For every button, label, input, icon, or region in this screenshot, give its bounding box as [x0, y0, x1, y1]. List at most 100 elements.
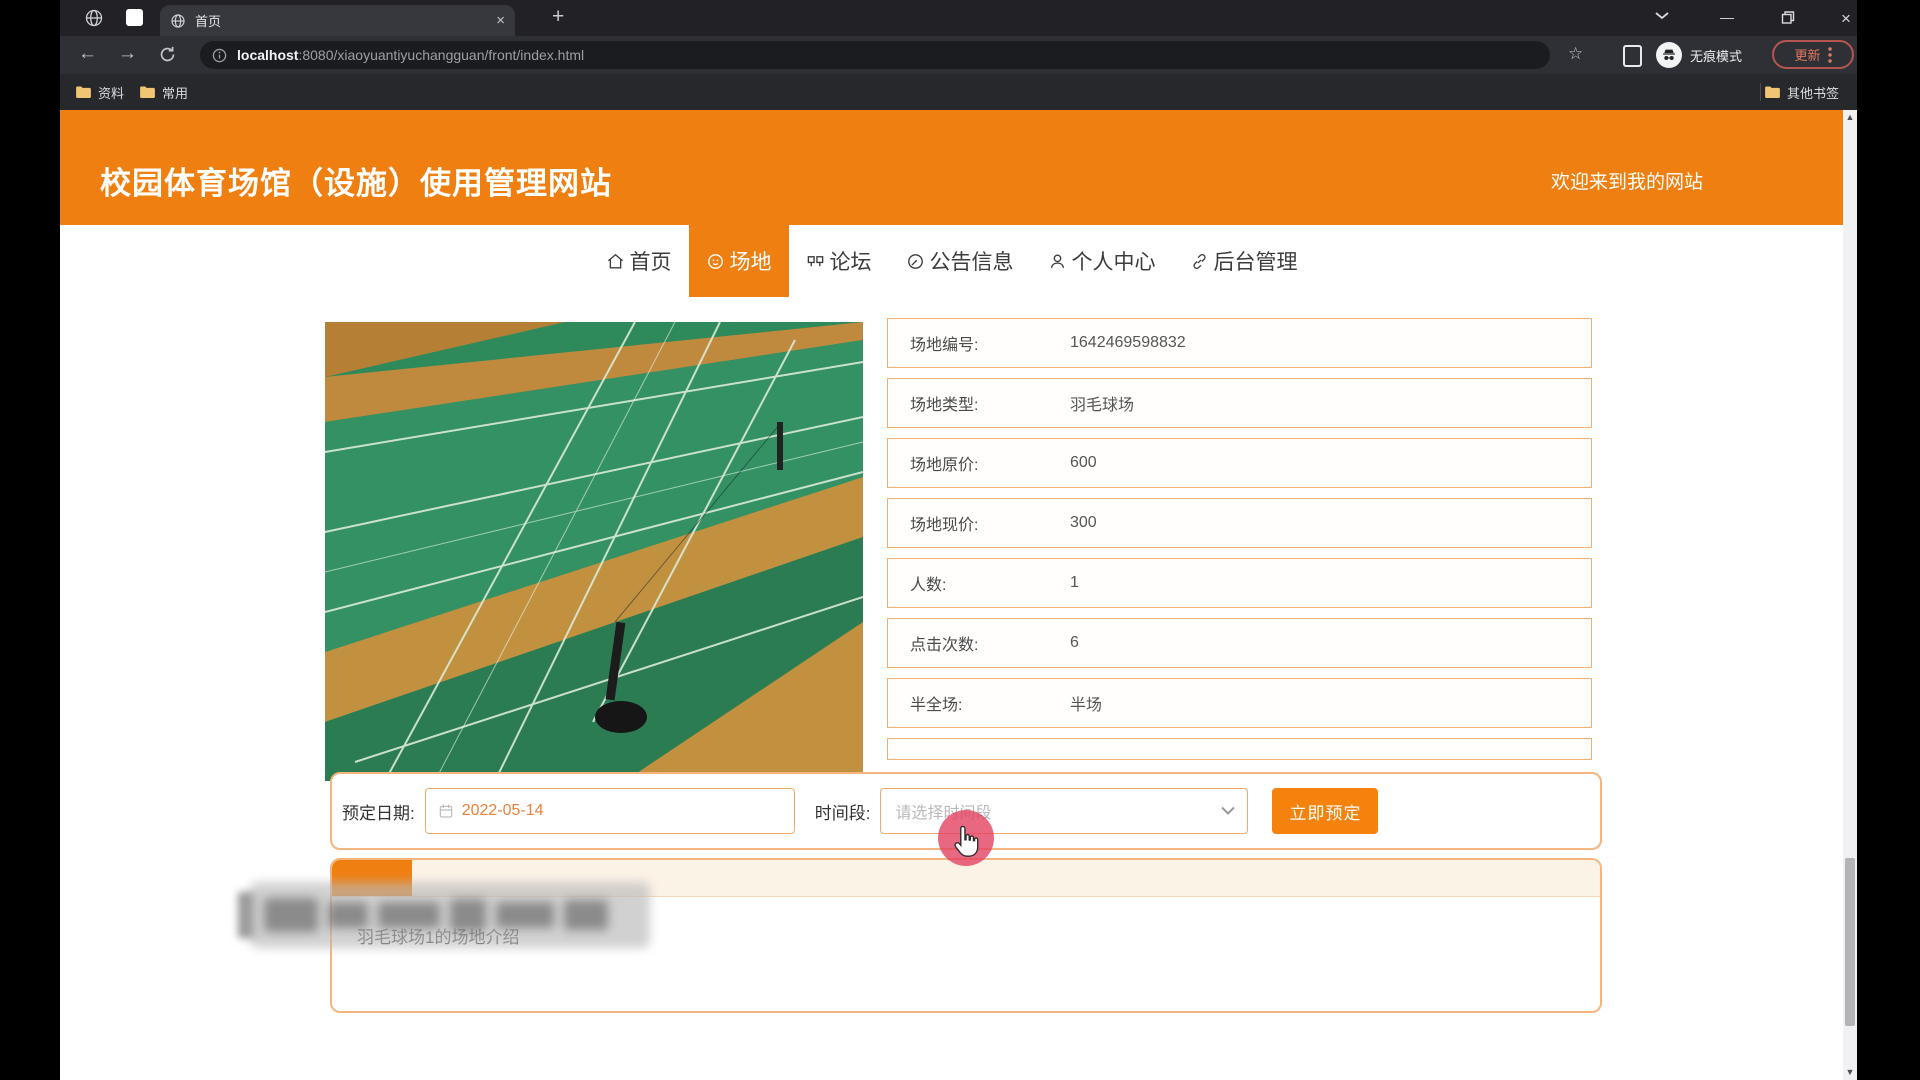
- nav-item-home[interactable]: 首页: [589, 225, 689, 297]
- other-bookmarks-label: 其他书签: [1787, 83, 1839, 102]
- tab-search-chevron-icon[interactable]: [1648, 12, 1676, 20]
- nav-item-admin[interactable]: 后台管理: [1173, 225, 1315, 297]
- nav-item-forum[interactable]: 论坛: [789, 225, 889, 297]
- row-label: 场地编号:: [910, 331, 1070, 355]
- nav-label: 个人中心: [1072, 246, 1156, 276]
- bookmarks-bar: 资料 常用 其他书签: [60, 74, 1857, 110]
- forum-icon: [806, 252, 825, 271]
- home-icon: [606, 252, 625, 271]
- back-button[interactable]: ←: [78, 43, 97, 65]
- table-row: 半全场: 半场: [887, 678, 1592, 728]
- browser-toolbar: ← → localhost:8080/xiaoyuantiyuchangguan…: [60, 36, 1857, 74]
- nav-item-venue[interactable]: 场地: [689, 225, 789, 297]
- window-close-button[interactable]: ×: [1832, 9, 1860, 29]
- side-panel-icon[interactable]: [1623, 45, 1642, 67]
- time-select[interactable]: 请选择时间段: [880, 788, 1248, 834]
- date-label: 预定日期:: [342, 799, 415, 824]
- welcome-text: 欢迎来到我的网站: [1551, 167, 1703, 194]
- table-row: 点击次数: 6: [887, 618, 1592, 668]
- table-row: 场地现价: 300: [887, 498, 1592, 548]
- row-label: 场地现价:: [910, 511, 1070, 535]
- new-tab-button[interactable]: +: [552, 5, 564, 29]
- incognito-icon: [1656, 42, 1682, 68]
- site-header: 校园体育场馆（设施）使用管理网站 欢迎来到我的网站: [60, 110, 1843, 225]
- tab-title: 首页: [195, 11, 496, 30]
- chevron-down-icon: [1221, 806, 1235, 816]
- url-host: localhost: [237, 47, 298, 63]
- hand-cursor-icon: [952, 824, 982, 858]
- blurred-watermark: [250, 882, 650, 948]
- pinned-tab-globe-icon[interactable]: [84, 8, 104, 28]
- tab-close-icon[interactable]: ×: [496, 13, 505, 28]
- bookmark-star-icon[interactable]: ☆: [1568, 44, 1583, 64]
- scroll-up-arrow-icon[interactable]: ▲: [1843, 112, 1857, 122]
- link-icon: [1190, 252, 1209, 271]
- date-value: 2022-05-14: [462, 802, 544, 820]
- row-value: 1: [1070, 574, 1079, 592]
- row-value: 1642469598832: [1070, 334, 1186, 352]
- page-viewport: 校园体育场馆（设施）使用管理网站 欢迎来到我的网站 首页 场地 论坛: [60, 110, 1843, 1080]
- tab-strip: 首页 × + — ×: [60, 0, 1857, 36]
- row-label: 半全场:: [910, 691, 1070, 715]
- announcement-icon: [906, 252, 925, 271]
- nav-label: 首页: [630, 246, 672, 276]
- screen: 首页 × + — × ← → localhost:8080/xiaoyuanti…: [0, 0, 1920, 1080]
- table-row: 人数: 1: [887, 558, 1592, 608]
- folder-icon: [140, 86, 155, 98]
- pinned-tab-blank[interactable]: [126, 9, 143, 26]
- book-now-button[interactable]: 立即预定: [1272, 788, 1378, 834]
- table-row-empty: [887, 738, 1592, 760]
- window-maximize-button[interactable]: [1774, 11, 1802, 24]
- bookmark-folder-1[interactable]: 资料: [76, 83, 124, 102]
- page-title: 校园体育场馆（设施）使用管理网站: [100, 158, 612, 203]
- bookmark-label: 资料: [98, 83, 124, 102]
- update-label: 更新: [1794, 45, 1820, 64]
- main-nav: 首页 场地 论坛 公告信息 个人中心: [60, 225, 1843, 297]
- row-value: 羽毛球场: [1070, 391, 1134, 415]
- bookmark-label: 常用: [162, 83, 188, 102]
- browser-tab-active[interactable]: 首页 ×: [160, 5, 515, 36]
- tab-favicon-globe-icon: [170, 13, 186, 29]
- nav-label: 论坛: [830, 246, 872, 276]
- table-row: 场地编号: 1642469598832: [887, 318, 1592, 368]
- time-label: 时间段:: [815, 799, 871, 824]
- bookmarks-divider: [1760, 83, 1761, 101]
- folder-icon: [76, 86, 91, 98]
- scrollbar-thumb[interactable]: [1845, 858, 1855, 1026]
- nav-item-profile[interactable]: 个人中心: [1031, 225, 1173, 297]
- browser-window: 首页 × + — × ← → localhost:8080/xiaoyuanti…: [60, 0, 1857, 1080]
- site-info-icon[interactable]: [212, 48, 227, 63]
- calendar-icon: [438, 803, 454, 819]
- window-minimize-button[interactable]: —: [1713, 9, 1741, 25]
- reload-button[interactable]: [159, 46, 176, 63]
- folder-icon: [1765, 86, 1780, 98]
- menu-dots-icon[interactable]: [1828, 47, 1832, 63]
- row-value: 6: [1070, 634, 1079, 652]
- incognito-label: 无痕模式: [1690, 46, 1742, 65]
- bookmark-folder-2[interactable]: 常用: [140, 83, 188, 102]
- page-scrollbar[interactable]: ▲ ▼: [1843, 110, 1857, 1080]
- other-bookmarks[interactable]: 其他书签: [1765, 83, 1839, 102]
- nav-label: 场地: [730, 246, 772, 276]
- row-value: 600: [1070, 454, 1097, 472]
- update-button[interactable]: 更新: [1772, 40, 1854, 69]
- row-label: 人数:: [910, 571, 1070, 595]
- table-row: 场地原价: 600: [887, 438, 1592, 488]
- url-path: :8080/xiaoyuantiyuchangguan/front/index.…: [298, 47, 584, 63]
- row-label: 场地类型:: [910, 391, 1070, 415]
- nav-label: 公告信息: [930, 246, 1014, 276]
- venue-icon: [706, 252, 725, 271]
- venue-detail-table: 场地编号: 1642469598832 场地类型: 羽毛球场 场地原价: 600…: [887, 318, 1592, 760]
- row-value: 半场: [1070, 691, 1102, 715]
- row-value: 300: [1070, 514, 1097, 532]
- forward-button[interactable]: →: [118, 43, 137, 65]
- row-label: 点击次数:: [910, 631, 1070, 655]
- table-row: 场地类型: 羽毛球场: [887, 378, 1592, 428]
- incognito-badge: 无痕模式: [1656, 41, 1742, 69]
- row-label: 场地原价:: [910, 451, 1070, 475]
- scroll-down-arrow-icon[interactable]: ▼: [1843, 1067, 1857, 1077]
- nav-item-announcements[interactable]: 公告信息: [889, 225, 1031, 297]
- date-input[interactable]: 2022-05-14: [425, 788, 795, 834]
- user-icon: [1048, 252, 1067, 271]
- url-bar[interactable]: localhost:8080/xiaoyuantiyuchangguan/fro…: [200, 41, 1550, 69]
